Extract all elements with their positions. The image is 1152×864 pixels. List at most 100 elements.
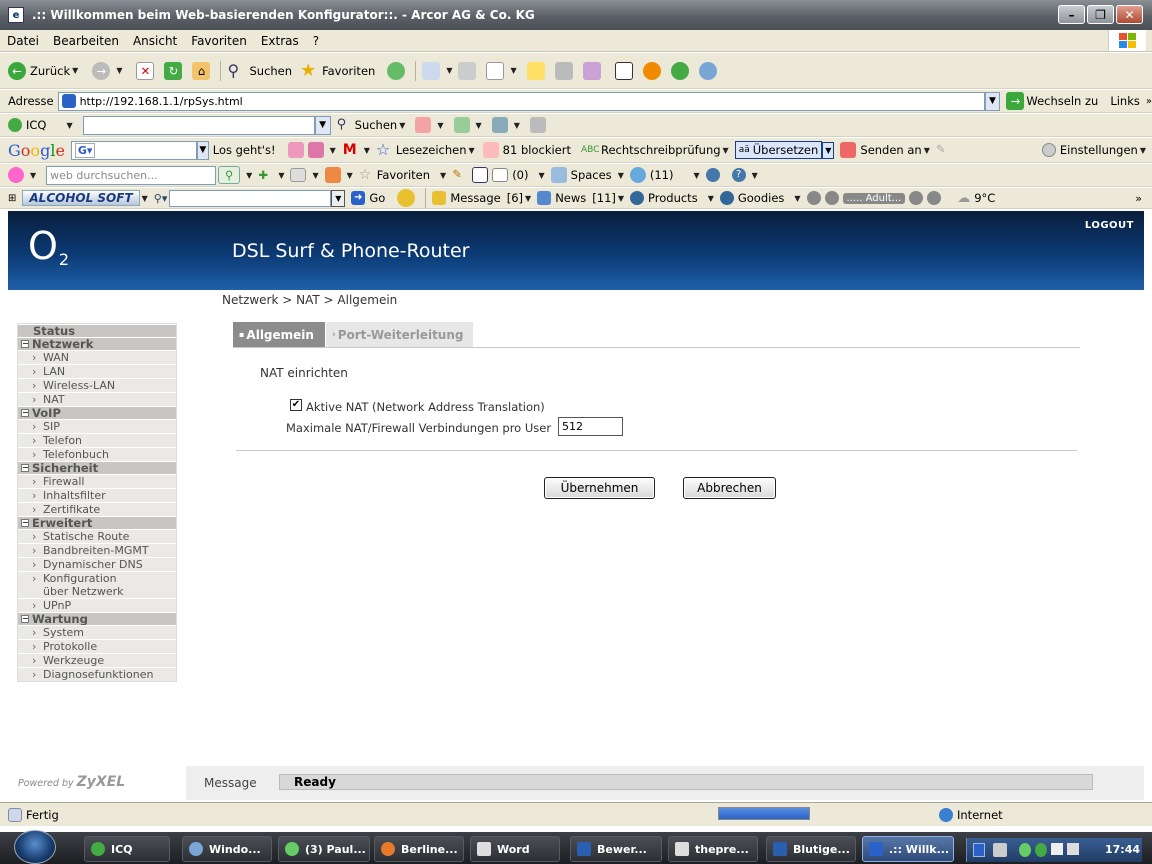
gadget-icon[interactable]: [307, 142, 324, 158]
icq-flower-icon[interactable]: [670, 61, 689, 80]
sidebar-item-bandbreiten-mgmt[interactable]: Bandbreiten-MGMT: [18, 543, 176, 558]
icq-search-button[interactable]: Suchen: [355, 118, 398, 132]
sidebar-item-inhaltsfilter[interactable]: Inhaltsfilter: [18, 488, 176, 503]
google-search-input[interactable]: G▾: [70, 140, 197, 160]
icq-search-input[interactable]: [82, 115, 315, 135]
search-icon[interactable]: ⚲: [218, 166, 241, 184]
notepad-icon[interactable]: [472, 167, 489, 183]
smiley-icon[interactable]: [415, 117, 432, 133]
icq-search-dropdown[interactable]: ▼: [314, 115, 331, 135]
taskbar-item-windows[interactable]: Windo...: [182, 836, 272, 862]
cancel-button[interactable]: Abbrechen: [683, 477, 776, 499]
sidebar-item-zertifikate[interactable]: Zertifikate: [18, 502, 176, 517]
play-icon[interactable]: [824, 191, 839, 205]
calendar-icon[interactable]: [290, 168, 307, 182]
send-to-button[interactable]: Senden an: [860, 143, 921, 157]
web-search-input[interactable]: web durchsuchen...: [46, 165, 217, 185]
tab-allgemein[interactable]: ▪ Allgemein: [233, 322, 325, 347]
gmail-icon[interactable]: M: [342, 142, 358, 158]
alcohol-logo[interactable]: ALCOHOL SOFT: [22, 190, 140, 206]
weather-temperature[interactable]: 9°C: [974, 191, 995, 205]
history-icon[interactable]: [387, 61, 406, 80]
sidebar-section-sicherheit[interactable]: − Sicherheit: [18, 461, 176, 475]
highlighter-icon[interactable]: ✎: [452, 167, 468, 183]
start-button[interactable]: [14, 830, 56, 864]
menu-favoriten[interactable]: Favoriten: [184, 34, 254, 48]
web-favorites-button[interactable]: Favoriten: [377, 168, 430, 182]
player-station[interactable]: ..... Adult...: [842, 192, 906, 204]
sidebar-section-erweitert[interactable]: − Erweitert: [18, 516, 176, 530]
mail-count[interactable]: (0): [512, 168, 528, 182]
sidebar-item-protokolle[interactable]: Protokolle: [18, 639, 176, 654]
menu-bearbeiten[interactable]: Bearbeiten: [46, 34, 126, 48]
messenger-icon[interactable]: [582, 61, 601, 80]
research-icon[interactable]: [554, 61, 573, 80]
maximize-button[interactable]: ❐: [1087, 5, 1114, 24]
menu-help[interactable]: ?: [306, 34, 326, 48]
sidebar-item-dynamischer-dns[interactable]: Dynamischer DNS: [18, 557, 176, 572]
language-icon[interactable]: [973, 843, 985, 857]
taskbar-item-willkommen[interactable]: .:: Willk...: [862, 836, 954, 862]
eraser-icon[interactable]: [529, 117, 546, 133]
tray-expand-icon[interactable]: [993, 843, 1007, 857]
network-tray-icon[interactable]: [1051, 843, 1063, 855]
sidebar-item-konfiguration[interactable]: Konfiguration über Netzwerk: [18, 571, 176, 598]
icq-tray-icon[interactable]: [1035, 843, 1047, 857]
butterfly-icon[interactable]: [8, 167, 24, 183]
home-icon[interactable]: ⌂: [192, 61, 211, 80]
address-input[interactable]: http://192.168.1.1/rpSys.html: [57, 91, 985, 111]
print-icon[interactable]: [458, 61, 477, 80]
contacts-count[interactable]: (11): [650, 168, 674, 182]
mail-icon[interactable]: [422, 61, 441, 80]
alcohol-search-dropdown[interactable]: ▼: [331, 189, 346, 207]
alcohol-go-button[interactable]: Go: [369, 191, 385, 205]
links-button[interactable]: Links: [1110, 94, 1140, 108]
tab-port-weiterleitung[interactable]: › Port-Weiterleitung: [326, 322, 473, 347]
sidebar-section-status[interactable]: Status: [18, 324, 176, 338]
sidebar-item-telefonbuch[interactable]: Telefonbuch: [18, 447, 176, 462]
collapse-icon[interactable]: −: [21, 340, 29, 348]
sidebar-item-wan[interactable]: WAN: [18, 350, 176, 365]
stop-icon[interactable]: ✕: [136, 61, 155, 80]
collapse-icon[interactable]: −: [21, 464, 29, 472]
msn-icon[interactable]: [324, 167, 341, 183]
goodies-button[interactable]: Goodies: [738, 191, 785, 205]
max-connections-input[interactable]: 512: [558, 417, 623, 436]
translate-button[interactable]: aä Übersetzen: [734, 141, 823, 159]
search-button[interactable]: ⚲ Suchen: [227, 61, 292, 80]
close-button[interactable]: ✕: [1116, 5, 1143, 24]
icq-label[interactable]: ICQ: [26, 118, 46, 132]
spaces-button[interactable]: Spaces: [571, 168, 612, 182]
taskbar-item-bewer[interactable]: Bewer...: [570, 836, 662, 862]
sidebar-item-lan[interactable]: LAN: [18, 364, 176, 379]
bird-icon[interactable]: [614, 61, 633, 80]
sidebar-item-nat[interactable]: NAT: [18, 392, 176, 407]
logout-link[interactable]: LOGOUT: [1085, 220, 1134, 231]
nat-checkbox[interactable]: ✔: [290, 399, 302, 411]
add-icon[interactable]: ✚: [258, 168, 272, 182]
contacts-icon[interactable]: [698, 61, 717, 80]
joystick-icon[interactable]: [491, 117, 508, 133]
alert-icon[interactable]: [705, 168, 720, 182]
taskbar-item-paul[interactable]: (3) Paul...: [278, 836, 370, 862]
volume-icon[interactable]: [909, 191, 924, 205]
alcohol-search-input[interactable]: [169, 189, 332, 207]
clock[interactable]: 17:44: [1105, 843, 1140, 856]
sidebar-item-statische-route[interactable]: Statische Route: [18, 529, 176, 544]
sidebar-section-wartung[interactable]: − Wartung: [18, 612, 176, 626]
sidebar-item-wireless-lan[interactable]: Wireless-LAN: [18, 378, 176, 393]
sidebar-item-werkzeuge[interactable]: Werkzeuge: [18, 653, 176, 668]
sidebar-section-voip[interactable]: − VoIP: [18, 406, 176, 420]
refresh-icon[interactable]: ↻: [164, 61, 183, 80]
apply-button[interactable]: Übernehmen: [544, 477, 655, 499]
menu-extras[interactable]: Extras: [254, 34, 306, 48]
pencil-icon[interactable]: ✎: [936, 142, 952, 158]
collapse-icon[interactable]: −: [21, 409, 29, 417]
collapse-icon[interactable]: −: [21, 615, 29, 623]
word-icon[interactable]: [486, 61, 505, 80]
sidebar-item-upnp[interactable]: UPnP: [18, 598, 176, 613]
translate-dropdown[interactable]: ▼: [822, 141, 835, 159]
taskbar-item-icq[interactable]: ICQ: [84, 836, 170, 862]
checklist-icon[interactable]: [453, 117, 470, 133]
sidebar-section-netzwerk[interactable]: − Netzwerk: [18, 337, 176, 351]
